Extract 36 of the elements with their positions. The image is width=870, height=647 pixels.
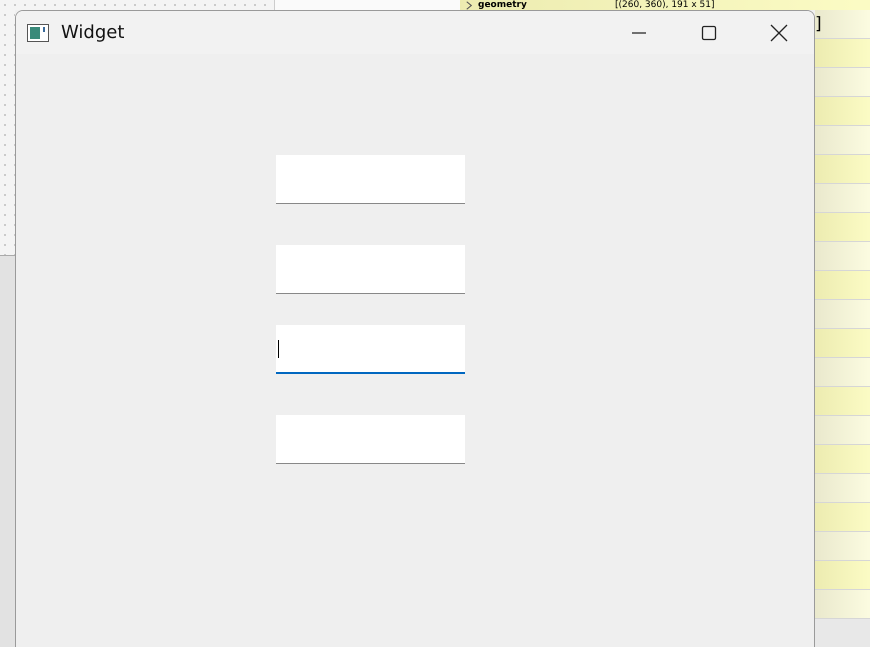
property-row[interactable]: geometry [(260, 360), 191 x 51] <box>460 0 870 10</box>
input-field[interactable] <box>276 325 465 374</box>
property-value: ] <box>815 14 822 34</box>
property-name: geometry <box>478 0 527 10</box>
property-row[interactable] <box>815 503 870 532</box>
property-row[interactable] <box>815 39 870 68</box>
app-icon <box>27 24 49 42</box>
input-field[interactable] <box>276 415 465 464</box>
property-row[interactable] <box>815 561 870 590</box>
property-row[interactable] <box>815 271 870 300</box>
minimize-icon <box>632 32 646 34</box>
property-row[interactable] <box>815 155 870 184</box>
property-row[interactable] <box>815 474 870 503</box>
property-row[interactable] <box>815 126 870 155</box>
property-row[interactable] <box>815 68 870 97</box>
property-row[interactable] <box>815 213 870 242</box>
text-cursor <box>278 340 279 358</box>
property-row[interactable] <box>815 416 870 445</box>
property-row[interactable] <box>815 445 870 474</box>
property-row[interactable] <box>815 358 870 387</box>
chevron-icon[interactable] <box>466 0 472 10</box>
property-row[interactable] <box>815 97 870 126</box>
maximize-icon <box>700 24 718 42</box>
input-field[interactable] <box>276 245 465 294</box>
property-row[interactable] <box>815 532 870 561</box>
input-field[interactable] <box>276 155 465 204</box>
property-row[interactable] <box>815 300 870 329</box>
property-row[interactable] <box>815 329 870 358</box>
property-value: [(260, 360), 191 x 51] <box>614 0 715 10</box>
property-row[interactable] <box>815 590 870 619</box>
property-row[interactable]: ] <box>815 10 870 39</box>
window-title: Widget <box>61 22 126 43</box>
property-row[interactable] <box>815 242 870 271</box>
property-row[interactable] <box>815 184 870 213</box>
close-icon <box>770 24 788 42</box>
property-row[interactable] <box>815 387 870 416</box>
